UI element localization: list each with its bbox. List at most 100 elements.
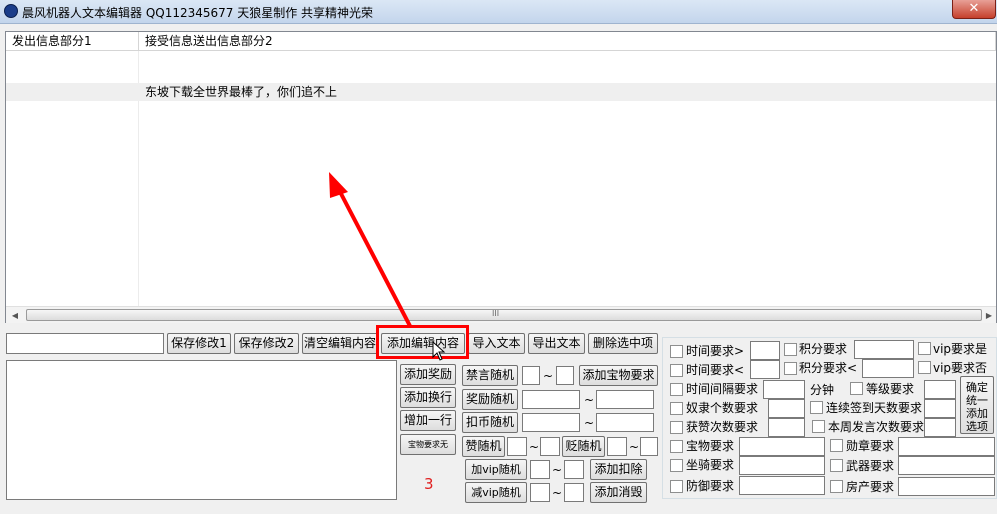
message-list[interactable]: 发出信息部分1 接受信息送出信息部分2 东坡下载全世界最棒了，你们追不上 ◀ I… bbox=[5, 31, 997, 323]
demote-random-button[interactable]: 贬随机 bbox=[562, 436, 605, 457]
property-req-checkbox[interactable] bbox=[830, 480, 843, 493]
mount-req-label: 坐骑要求 bbox=[686, 458, 735, 472]
tilde-label: ~ bbox=[543, 369, 554, 383]
praise-max-input[interactable] bbox=[540, 437, 560, 456]
column-header-send[interactable]: 发出信息部分1 bbox=[6, 32, 139, 51]
time-interval-label: 时间间隔要求 bbox=[686, 382, 759, 396]
consecutive-signin-label: 连续签到天数要求 bbox=[826, 401, 923, 415]
defense-req-input[interactable] bbox=[739, 476, 825, 495]
praised-count-input[interactable] bbox=[768, 418, 805, 437]
level-req-input[interactable] bbox=[924, 380, 956, 399]
slave-count-label: 奴隶个数要求 bbox=[686, 401, 759, 415]
tilde-label: ~ bbox=[629, 440, 640, 454]
praise-min-input[interactable] bbox=[507, 437, 527, 456]
scroll-grip: III bbox=[492, 309, 500, 318]
treasure-req-label: 宝物要求 bbox=[686, 439, 735, 453]
time-interval-checkbox[interactable] bbox=[670, 383, 683, 396]
deduct-coin-random-button[interactable]: 扣币随机 bbox=[462, 412, 518, 433]
close-button[interactable]: ✕ bbox=[952, 0, 996, 19]
add-treasure-req-button[interactable]: 添加宝物要求 bbox=[579, 365, 658, 386]
score-lt-checkbox[interactable] bbox=[784, 362, 797, 375]
save1-button[interactable]: 保存修改1 bbox=[167, 333, 231, 354]
reward-min-input[interactable] bbox=[522, 390, 580, 409]
reward-max-input[interactable] bbox=[596, 390, 654, 409]
sub-vip-max-input[interactable] bbox=[564, 483, 584, 502]
consecutive-signin-input[interactable] bbox=[924, 399, 956, 418]
mute-random-button[interactable]: 禁言随机 bbox=[462, 365, 518, 386]
add-vip-min-input[interactable] bbox=[530, 460, 550, 479]
praise-random-button[interactable]: 赞随机 bbox=[462, 436, 505, 457]
tilde-label: ~ bbox=[552, 486, 563, 500]
annotation-number: 3 bbox=[424, 475, 434, 493]
reward-random-button[interactable]: 奖励随机 bbox=[462, 389, 518, 410]
scroll-thumb[interactable] bbox=[26, 309, 982, 321]
clear-button[interactable]: 清空编辑内容 bbox=[302, 333, 378, 354]
add-row-button[interactable]: 增加一行 bbox=[400, 410, 456, 431]
week-speech-input[interactable] bbox=[924, 418, 956, 437]
treasure-req-checkbox[interactable] bbox=[670, 440, 683, 453]
cursor-icon bbox=[432, 341, 446, 361]
export-button[interactable]: 导出文本 bbox=[528, 333, 585, 354]
import-button[interactable]: 导入文本 bbox=[468, 333, 525, 354]
time-gt-input[interactable] bbox=[750, 341, 780, 360]
deduct-max-input[interactable] bbox=[596, 413, 654, 432]
sub-vip-random-button[interactable]: 减vip随机 bbox=[465, 482, 527, 503]
column-header-receive[interactable]: 接受信息送出信息部分2 bbox=[139, 32, 996, 51]
add-reward-button[interactable]: 添加奖励 bbox=[400, 364, 456, 385]
mount-req-checkbox[interactable] bbox=[670, 459, 683, 472]
praised-count-checkbox[interactable] bbox=[670, 421, 683, 434]
window-title: 晨风机器人文本编辑器 QQ112345677 天狼星制作 共享精神光荣 bbox=[22, 6, 374, 20]
score-lt-input[interactable] bbox=[862, 359, 914, 378]
level-req-checkbox[interactable] bbox=[850, 382, 863, 395]
sub-vip-min-input[interactable] bbox=[530, 483, 550, 502]
highlight-box bbox=[376, 325, 469, 359]
deduct-min-input[interactable] bbox=[522, 413, 580, 432]
time-interval-input[interactable] bbox=[763, 380, 805, 399]
mute-max-input[interactable] bbox=[556, 366, 574, 385]
medal-req-input[interactable] bbox=[898, 437, 995, 456]
content-textarea[interactable] bbox=[6, 360, 397, 500]
delete-selected-button[interactable]: 删除选中项 bbox=[588, 333, 658, 354]
minutes-label: 分钟 bbox=[810, 383, 835, 397]
save2-button[interactable]: 保存修改2 bbox=[234, 333, 299, 354]
list-row-selected[interactable]: 东坡下载全世界最棒了，你们追不上 bbox=[6, 83, 996, 101]
praised-count-label: 获赞次数要求 bbox=[686, 420, 759, 434]
add-vip-max-input[interactable] bbox=[564, 460, 584, 479]
demote-min-input[interactable] bbox=[607, 437, 627, 456]
defense-req-checkbox[interactable] bbox=[670, 480, 683, 493]
demote-max-input[interactable] bbox=[640, 437, 658, 456]
treasure-none-button[interactable]: 宝物要求无 bbox=[400, 434, 456, 455]
slave-count-checkbox[interactable] bbox=[670, 402, 683, 415]
add-consume-button[interactable]: 添加消毁 bbox=[590, 482, 647, 503]
add-vip-random-button[interactable]: 加vip随机 bbox=[465, 459, 527, 480]
add-deduct-button[interactable]: 添加扣除 bbox=[590, 459, 647, 480]
score-req-input[interactable] bbox=[854, 340, 914, 359]
app-icon bbox=[4, 4, 18, 18]
add-newline-button[interactable]: 添加换行 bbox=[400, 387, 456, 408]
time-gt-checkbox[interactable] bbox=[670, 345, 683, 358]
treasure-req-input[interactable] bbox=[739, 437, 825, 456]
time-lt-input[interactable] bbox=[750, 360, 780, 379]
edit-input[interactable] bbox=[6, 333, 164, 354]
weapon-req-input[interactable] bbox=[898, 456, 995, 475]
horizontal-scrollbar[interactable]: ◀ III ▶ bbox=[6, 306, 996, 323]
weapon-req-checkbox[interactable] bbox=[830, 459, 843, 472]
slave-count-input[interactable] bbox=[768, 399, 805, 418]
property-req-input[interactable] bbox=[898, 477, 995, 496]
mount-req-input[interactable] bbox=[739, 456, 825, 475]
score-req-checkbox[interactable] bbox=[784, 343, 797, 356]
scroll-left-icon[interactable]: ◀ bbox=[8, 309, 22, 322]
vip-yes-checkbox[interactable] bbox=[918, 342, 931, 355]
scroll-right-icon[interactable]: ▶ bbox=[982, 309, 996, 322]
mute-min-input[interactable] bbox=[522, 366, 540, 385]
time-lt-checkbox[interactable] bbox=[670, 364, 683, 377]
week-speech-checkbox[interactable] bbox=[812, 420, 825, 433]
vip-no-label: vip要求否 bbox=[933, 361, 988, 375]
consecutive-signin-checkbox[interactable] bbox=[810, 401, 823, 414]
row-cell-receive: 东坡下载全世界最棒了，你们追不上 bbox=[145, 85, 338, 99]
medal-req-checkbox[interactable] bbox=[830, 439, 843, 452]
property-req-label: 房产要求 bbox=[846, 480, 895, 494]
vip-no-checkbox[interactable] bbox=[918, 361, 931, 374]
confirm-unified-button[interactable]: 确定统一添加选项 bbox=[960, 376, 994, 434]
vip-yes-label: vip要求是 bbox=[933, 342, 988, 356]
